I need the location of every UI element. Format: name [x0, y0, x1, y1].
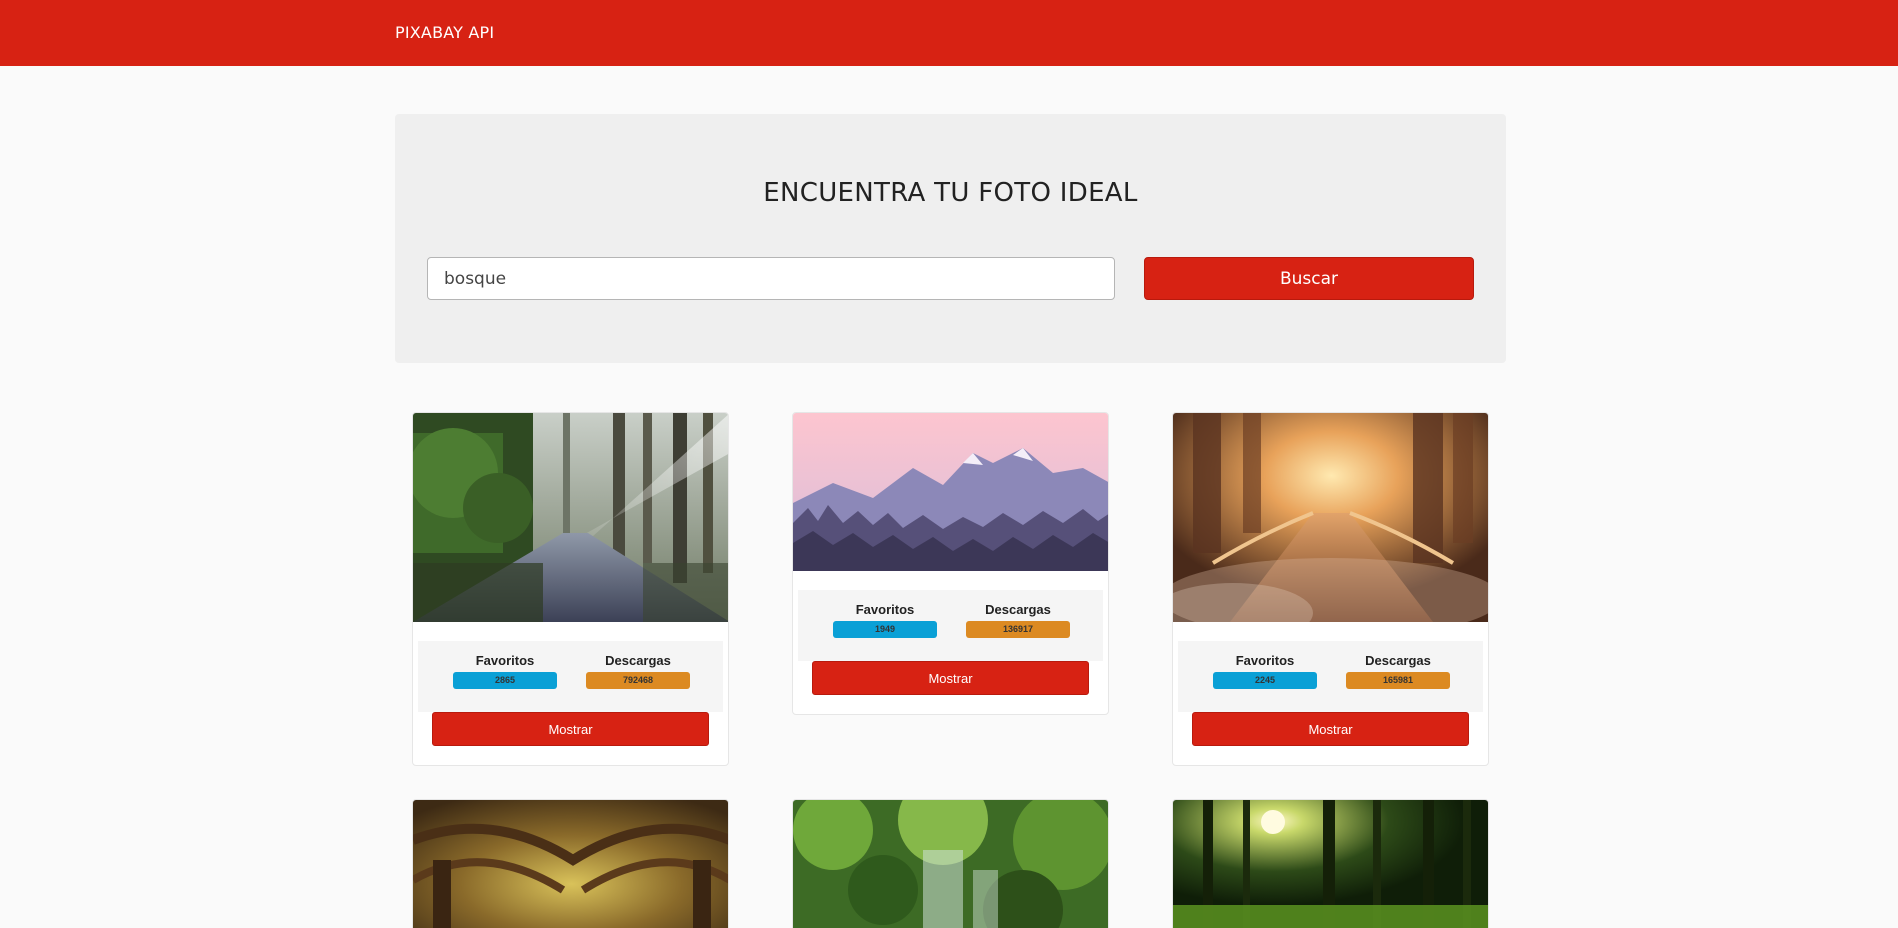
- search-button[interactable]: Buscar: [1144, 257, 1474, 300]
- search-title: ENCUENTRA TU FOTO IDEAL: [763, 178, 1138, 208]
- sunlit-forest-image: [1173, 800, 1488, 928]
- show-button[interactable]: Mostrar: [1192, 712, 1469, 746]
- card-image[interactable]: [413, 800, 728, 928]
- favorites-stat: Favoritos 2865: [453, 653, 557, 689]
- card-image[interactable]: [793, 800, 1108, 928]
- image-card: [412, 799, 729, 928]
- favorites-badge: 1949: [833, 621, 937, 638]
- favorites-label: Favoritos: [475, 653, 535, 668]
- card-stats: Favoritos 1949 Descargas 136917: [798, 590, 1103, 661]
- favorites-badge: 2865: [453, 672, 557, 689]
- downloads-label: Descargas: [985, 602, 1051, 617]
- misty-bridge-image: [1173, 413, 1488, 622]
- green-waterfall-image: [793, 800, 1108, 928]
- favorites-label: Favoritos: [1235, 653, 1295, 668]
- show-button[interactable]: Mostrar: [812, 661, 1089, 695]
- downloads-label: Descargas: [1365, 653, 1431, 668]
- image-card: Favoritos 2245 Descargas 165981 Mostrar: [1172, 412, 1489, 766]
- search-input[interactable]: [427, 257, 1115, 300]
- card-stats: Favoritos 2245 Descargas 165981: [1178, 641, 1483, 712]
- show-button[interactable]: Mostrar: [432, 712, 709, 746]
- brand-logo[interactable]: PIXABAY API: [395, 23, 494, 42]
- downloads-label: Descargas: [605, 653, 671, 668]
- card-image[interactable]: [1173, 800, 1488, 928]
- image-card: Favoritos 1949 Descargas 136917 Mostrar: [792, 412, 1109, 715]
- search-panel: ENCUENTRA TU FOTO IDEAL Buscar: [395, 114, 1506, 363]
- mountain-sunset-image: [793, 413, 1108, 571]
- favorites-stat: Favoritos 1949: [833, 602, 937, 638]
- image-card: [792, 799, 1109, 928]
- image-card: Favoritos 2865 Descargas 792468 Mostrar: [412, 412, 729, 766]
- downloads-badge: 792468: [586, 672, 690, 689]
- card-image[interactable]: [413, 413, 728, 622]
- card-image[interactable]: [793, 413, 1108, 571]
- favorites-label: Favoritos: [855, 602, 915, 617]
- tree-tunnel-image: [413, 800, 728, 928]
- top-navbar: PIXABAY API: [0, 0, 1898, 66]
- downloads-stat: Descargas 792468: [586, 653, 690, 689]
- downloads-stat: Descargas 136917: [966, 602, 1070, 638]
- image-card: [1172, 799, 1489, 928]
- downloads-stat: Descargas 165981: [1346, 653, 1450, 689]
- downloads-badge: 136917: [966, 621, 1070, 638]
- forest-road-image: [413, 413, 728, 622]
- card-stats: Favoritos 2865 Descargas 792468: [418, 641, 723, 712]
- card-image[interactable]: [1173, 413, 1488, 622]
- favorites-stat: Favoritos 2245: [1213, 653, 1317, 689]
- downloads-badge: 165981: [1346, 672, 1450, 689]
- favorites-badge: 2245: [1213, 672, 1317, 689]
